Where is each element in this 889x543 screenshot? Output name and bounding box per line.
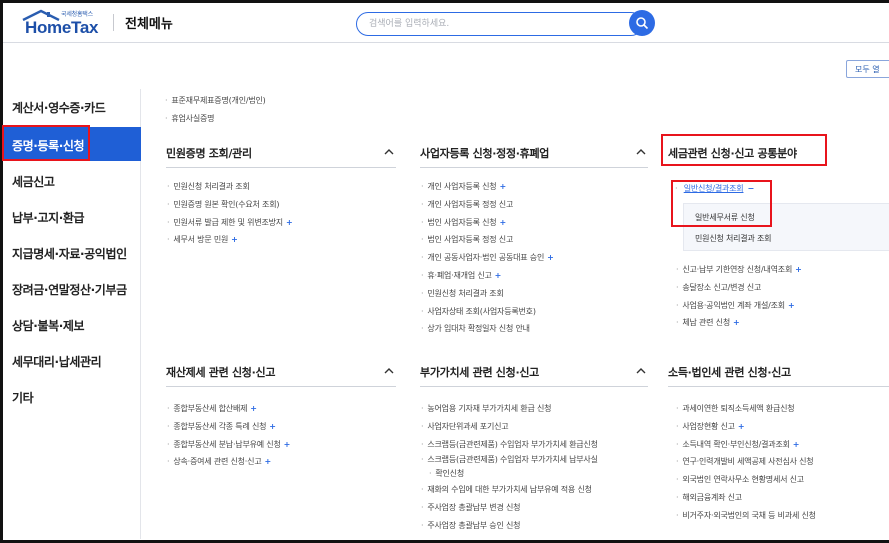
sidebar-item-tax-report[interactable]: 세금신고 <box>3 163 141 197</box>
list-item[interactable]: 주사업장 총괄납부 변경 신청 <box>421 499 598 517</box>
list-item[interactable]: 사업자상태 조회(사업자등록번호) <box>421 303 554 321</box>
list-item[interactable]: 사업자단위과세 포기신고 <box>421 418 598 436</box>
list-item[interactable]: 비거주자·외국법인의 국채 등 비과세 신청 <box>676 507 816 525</box>
property-list: 종합부동산세 합산배제+ 종합부동산세 각종 특례 신청+ 종합부동산세 분납·… <box>167 400 290 471</box>
list-item[interactable]: 개인 사업자등록 정정 신고 <box>421 196 554 214</box>
plus-icon: + <box>733 318 740 328</box>
list-item[interactable]: 신고·납부 기한연장 신청/내역조회+ <box>676 261 802 279</box>
section-title-property[interactable]: 재산제세 관련 신청·신고 <box>166 355 396 387</box>
highlight-box-expanded <box>671 180 772 227</box>
sidebar-item-consult[interactable]: 상담·불복·제보 <box>3 307 141 341</box>
list-item[interactable]: 상가 임대차 확정일자 신청 안내 <box>421 320 554 338</box>
list-item[interactable]: 체납 관련 신청+ <box>676 314 802 332</box>
list-item[interactable]: 사업장현황 신고+ <box>676 418 816 436</box>
top-item-list: 표준재무제표증명(개인/법인) 휴업사실증명 <box>165 92 266 128</box>
sidebar-item-agent[interactable]: 세무대리·납세관리 <box>3 343 141 377</box>
highlight-box-common-title <box>661 134 827 166</box>
plus-icon: + <box>283 439 291 449</box>
plus-icon: + <box>264 457 271 467</box>
search-box <box>356 12 643 36</box>
list-item-continuation[interactable]: 확인신청 <box>421 467 598 481</box>
plus-icon: + <box>795 265 802 274</box>
plus-icon: + <box>499 182 506 191</box>
search-icon <box>636 17 649 30</box>
header-divider <box>113 14 114 31</box>
list-item[interactable]: 민원신청 처리결과 조회 <box>421 285 554 303</box>
top-header: 국세청홈택스 HomeTax 전체메뉴 <box>3 3 889 43</box>
list-item[interactable]: 법인 사업자등록 신청+ <box>421 214 554 232</box>
hometax-logo[interactable]: 국세청홈택스 HomeTax <box>11 7 107 39</box>
list-item[interactable]: 과세이연한 퇴직소득세액 환급신청 <box>676 400 816 418</box>
submenu-item[interactable]: 민원신청 처리결과 조회 <box>695 233 771 244</box>
list-item[interactable]: 법인 사업자등록 정정 신고 <box>421 231 554 249</box>
vat-list: 농어업용 기자재 부가가치세 환급 신청 사업자단위과세 포기신고 스크랩등(금… <box>421 400 598 535</box>
logo-text: HomeTax <box>25 18 99 37</box>
search-button[interactable] <box>629 10 655 36</box>
section-title-business[interactable]: 사업자등록 신청·정정·휴폐업 <box>420 136 648 168</box>
list-item[interactable]: 스크랩등(금관련제품) 수입업자 부가가치세 환급신청 <box>421 436 598 454</box>
page-title: 전체메뉴 <box>125 17 173 32</box>
chevron-up-icon[interactable] <box>384 367 394 374</box>
plus-icon: + <box>547 253 554 263</box>
chevron-up-icon[interactable] <box>636 367 646 374</box>
common-list: 신고·납부 기한연장 신청/내역조회+ 송달장소 신고/변경 신고 사업용·공익… <box>676 261 802 332</box>
sidebar-item-incentives[interactable]: 장려금·연말정산·기부금 <box>3 271 141 305</box>
list-item[interactable]: 종합부동산세 분납·납부유예 신청+ <box>167 436 290 454</box>
list-item[interactable]: 재화의 수입에 대한 부가가치세 납부유예 적용 신청 <box>421 481 598 499</box>
list-item[interactable]: 소득내역 확인·부인신청/결과조회+ <box>676 436 816 454</box>
list-item[interactable]: 주사업장 총괄납부 승인 신청 <box>421 517 598 535</box>
list-item[interactable]: 송달장소 신고/변경 신고 <box>676 279 802 297</box>
sidebar-item-payment[interactable]: 납부·고지·환급 <box>3 199 141 233</box>
plus-icon: + <box>494 270 502 280</box>
section-title-income[interactable]: 소득·법인세 관련 신청·신고 <box>668 355 889 387</box>
highlight-box-sidebar <box>2 125 90 161</box>
list-item[interactable]: 개인 사업자등록 신청+ <box>421 178 554 196</box>
list-item[interactable]: 민원신청 처리결과 조회 <box>167 178 292 196</box>
list-item[interactable]: 민원증명 원본 확인(수요처 조회) <box>167 196 292 214</box>
sidebar-item-statements[interactable]: 지급명세·자료·공익법인 <box>3 235 141 269</box>
list-item[interactable]: 개인 공동사업자·법인 공동대표 승인+ <box>421 249 554 267</box>
plus-icon: + <box>792 439 800 449</box>
list-item[interactable]: 사업용·공익법인 계좌 개설/조회+ <box>676 297 802 315</box>
plus-icon: + <box>499 217 506 227</box>
list-item[interactable]: 종합부동산세 각종 특례 신청+ <box>167 418 290 436</box>
list-item[interactable]: 민원서류 발급 제한 및 위변조방지+ <box>167 214 292 232</box>
income-list: 과세이연한 퇴직소득세액 환급신청 사업장현황 신고+ 소득내역 확인·부인신청… <box>676 400 816 525</box>
sidebar-item-etc[interactable]: 기타 <box>3 379 141 413</box>
list-item[interactable]: 외국법인 연락사무소 현황명세서 신고 <box>676 471 816 489</box>
expand-all-button[interactable]: 모두 열 <box>846 60 889 78</box>
plus-icon: + <box>285 217 293 227</box>
plus-icon: + <box>269 421 276 431</box>
plus-icon: + <box>231 235 238 245</box>
list-item[interactable]: 세무서 방문 민원+ <box>167 231 292 249</box>
plus-icon: + <box>787 300 795 310</box>
list-item[interactable]: 종합부동산세 합산배제+ <box>167 400 290 418</box>
list-item[interactable]: 휴·폐업·재개업 신고+ <box>421 267 554 285</box>
section-title-vat[interactable]: 부가가치세 관련 신청·신고 <box>420 355 648 387</box>
chevron-up-icon[interactable] <box>636 148 646 155</box>
search-input[interactable] <box>369 16 609 32</box>
logo-subtitle: 국세청홈택스 <box>61 11 93 18</box>
list-item[interactable]: 연구·인력개발비 세액공제 사전심사 신청 <box>676 453 816 471</box>
list-item[interactable]: 농어업용 기자재 부가가치세 환급 신청 <box>421 400 598 418</box>
list-item[interactable]: 표준재무제표증명(개인/법인) <box>165 92 265 110</box>
civil-list: 민원신청 처리결과 조회 민원증명 원본 확인(수요처 조회) 민원서류 발급 … <box>167 178 292 249</box>
plus-icon: + <box>250 404 257 413</box>
sidebar-item-invoice[interactable]: 계산서·영수증·카드 <box>3 89 141 123</box>
list-item[interactable]: 스크랩등(금관련제품) 수입업자 부가가치세 납부사실 <box>421 453 598 467</box>
business-list: 개인 사업자등록 신청+ 개인 사업자등록 정정 신고 법인 사업자등록 신청+… <box>421 178 554 338</box>
list-item[interactable]: 상속·증여세 관련 신청·신고+ <box>167 453 290 471</box>
list-item[interactable]: 휴업사실증명 <box>165 110 266 128</box>
section-title-civil[interactable]: 민원증명 조회/관리 <box>166 136 396 168</box>
list-item[interactable]: 해외금융계좌 신고 <box>676 489 816 507</box>
plus-icon: + <box>737 421 745 431</box>
chevron-up-icon[interactable] <box>384 148 394 155</box>
